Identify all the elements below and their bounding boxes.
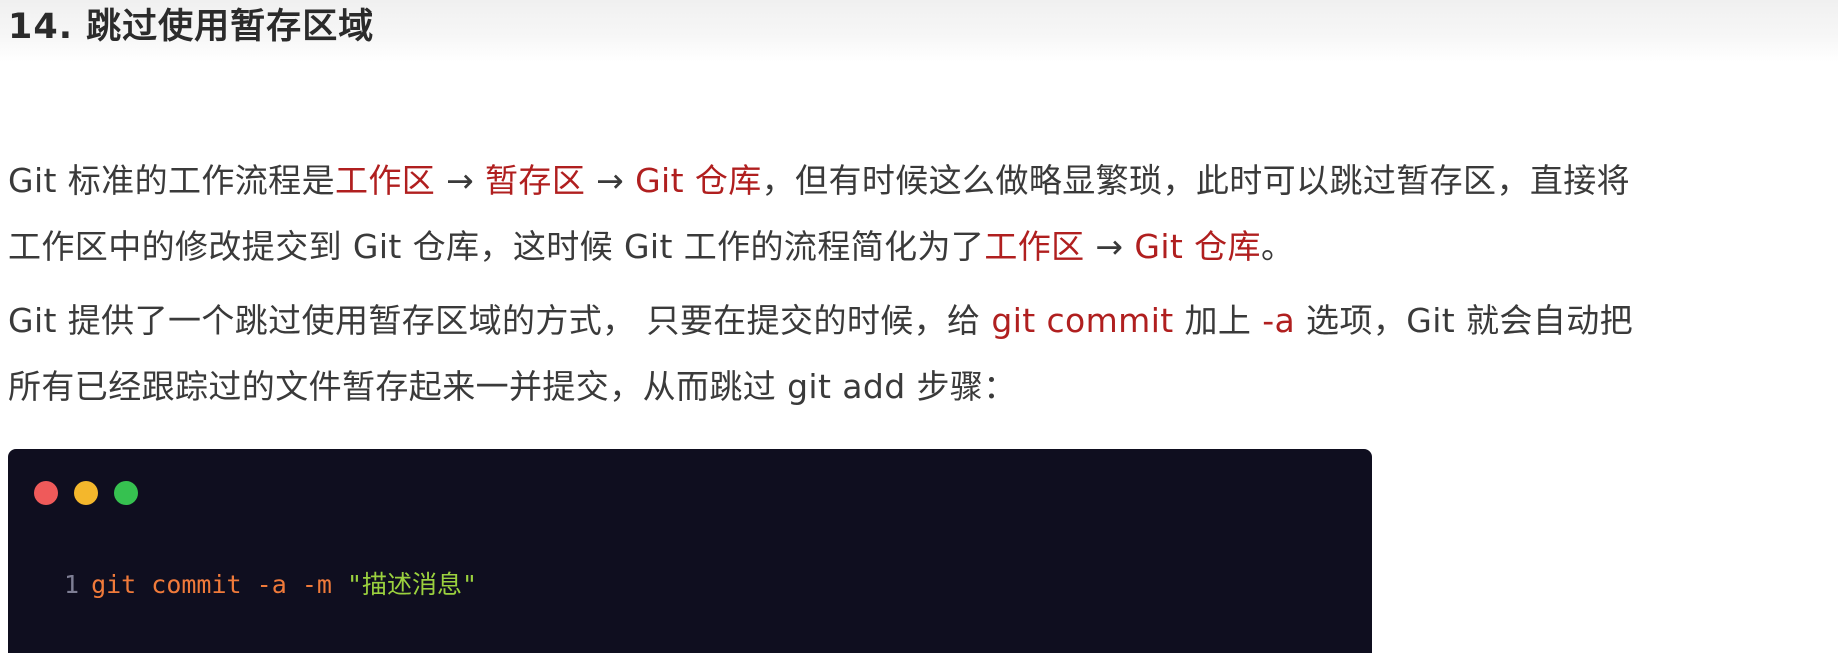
text: Git 标准的工作流程是 — [8, 161, 335, 200]
code-block: 1 git commit -a -m "描述消息" — [8, 449, 1372, 653]
window-close-dot-icon — [34, 481, 58, 505]
text: 加上 — [1173, 301, 1263, 340]
text: 选项，Git 就会自动把 — [1295, 301, 1634, 340]
paragraph-workflow: Git 标准的工作流程是工作区 → 暂存区 → Git 仓库，但有时候这么做略显… — [8, 148, 1630, 280]
line-number: 1 — [64, 570, 80, 599]
code-subcommand: commit — [151, 570, 242, 599]
paragraph-skip-staging: Git 提供了一个跳过使用暂存区域的方式， 只要在提交的时候，给 git com… — [8, 288, 1633, 420]
paragraph-line: 所有已经跟踪过的文件暂存起来一并提交，从而跳过 git add 步骤： — [8, 354, 1633, 420]
text: Git 提供了一个跳过使用暂存区域的方式， 只要在提交的时候，给 — [8, 301, 992, 340]
arrow: → — [1084, 227, 1135, 266]
highlight-working-dir: 工作区 — [334, 161, 436, 200]
window-maximize-dot-icon — [114, 481, 138, 505]
section-heading: 14. 跳过使用暂存区域 — [8, 7, 375, 47]
window-minimize-dot-icon — [74, 481, 98, 505]
highlight-staging-area: 暂存区 — [485, 161, 586, 200]
highlight-git-repo: Git 仓库 — [1134, 227, 1261, 266]
code-line: 1 git commit -a -m "描述消息" — [64, 567, 477, 603]
code-message-string: "描述消息" — [347, 570, 478, 599]
paragraph-line: Git 标准的工作流程是工作区 → 暂存区 → Git 仓库，但有时候这么做略显… — [8, 148, 1630, 214]
highlight-git-repo: Git 仓库 — [635, 161, 762, 200]
paragraph-line: 工作区中的修改提交到 Git 仓库，这时候 Git 工作的流程简化为了工作区 →… — [8, 214, 1630, 280]
highlight-working-dir: 工作区 — [984, 227, 1085, 266]
highlight-a-option: -a — [1262, 301, 1296, 340]
text: 工作区中的修改提交到 Git 仓库，这时候 Git 工作的流程简化为了 — [8, 227, 985, 266]
arrow: → — [435, 161, 486, 200]
paragraph-line: Git 提供了一个跳过使用暂存区域的方式， 只要在提交的时候，给 git com… — [8, 288, 1633, 354]
code-command: git — [91, 570, 137, 599]
highlight-git-commit: git commit — [991, 301, 1174, 340]
arrow: → — [585, 161, 636, 200]
text: 。 — [1260, 227, 1295, 266]
heading-band: 14. 跳过使用暂存区域 — [0, 0, 1838, 62]
code-flag-m: -m — [301, 570, 332, 599]
text: 所有已经跟踪过的文件暂存起来一并提交，从而跳过 git add 步骤： — [8, 367, 1017, 406]
code-flag-a: -a — [256, 570, 287, 599]
text: ，但有时候这么做略显繁琐，此时可以跳过暂存区，直接将 — [761, 161, 1631, 200]
